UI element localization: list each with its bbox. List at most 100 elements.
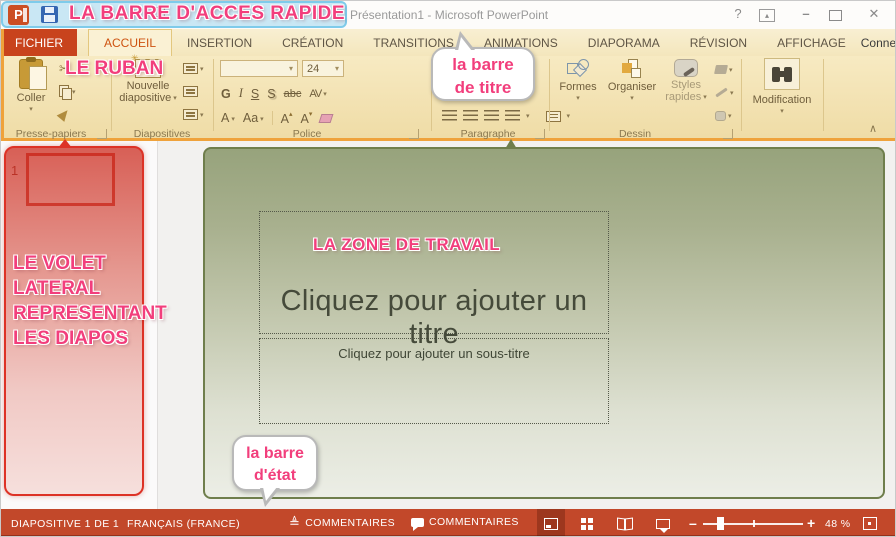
clear-formatting-icon[interactable] [318, 113, 334, 123]
annotation-slides-panel: LE VOLET LATERAL REPRESENTANT LES DIAPOS [13, 253, 167, 349]
slide-layout-button[interactable]: ▾ [183, 61, 204, 76]
bubble-tail [263, 487, 277, 501]
shapes-button[interactable]: Formes ▾ [555, 59, 601, 105]
copy-button[interactable]: ▾ [59, 84, 76, 100]
strikethrough-button[interactable]: abc [284, 88, 302, 100]
slide-sorter-icon [581, 517, 593, 530]
clipboard-dialog-launcher[interactable] [97, 129, 107, 139]
comments-toggle[interactable]: COMMENTAIRES [411, 516, 519, 531]
group-label-font: Police [292, 128, 322, 140]
group-label-paragraph: Paragraphe [460, 128, 516, 140]
clipboard-icon [19, 57, 47, 90]
new-slide-label-2: diapositive [117, 92, 179, 105]
tab-fichier[interactable]: FICHIER [1, 29, 77, 56]
slideshow-view-button[interactable] [649, 509, 677, 536]
language-indicator[interactable]: FRANÇAIS (FRANCE) [127, 518, 240, 530]
tab-revision[interactable]: RÉVISION [675, 29, 762, 56]
title-placeholder-text: Cliquez pour ajouter un titre [280, 285, 588, 350]
annotation-work-area: LA ZONE DE TRAVAIL [313, 235, 501, 254]
minimize-icon[interactable]: – [795, 6, 817, 21]
editing-label: Modification [752, 94, 812, 106]
tab-creation[interactable]: CRÉATION [267, 29, 358, 56]
grow-font-button[interactable]: A [281, 110, 293, 126]
underline-button[interactable]: S [251, 87, 259, 101]
close-icon[interactable]: ✕ [863, 6, 885, 22]
quick-styles-button[interactable]: Styles rapides [661, 59, 711, 104]
layout-icon [183, 63, 198, 74]
align-right-icon[interactable] [484, 110, 499, 122]
format-painter-icon [56, 107, 72, 122]
slideshow-icon [656, 518, 670, 533]
ribbon-display-options-icon[interactable]: ▴ [759, 9, 775, 22]
group-separator [549, 59, 550, 131]
shape-effects-icon [715, 110, 726, 121]
zoom-out-button[interactable]: – [689, 515, 697, 531]
normal-view-button[interactable] [537, 509, 565, 536]
group-label-drawing: Dessin [618, 128, 652, 140]
tab-affichage[interactable]: AFFICHAGE [762, 29, 861, 56]
shapes-icon [567, 59, 589, 79]
binoculars-icon [764, 58, 800, 90]
notes-toggle[interactable]: ≜ COMMENTAIRES [289, 516, 395, 529]
collapse-ribbon-icon[interactable]: ∧ [869, 122, 877, 135]
arrange-label: Organiser [607, 81, 657, 93]
save-icon[interactable] [41, 6, 58, 23]
annotation-quick-access: LA BARRE D'ACCES RAPIDE [69, 3, 346, 24]
tab-diaporama[interactable]: DIAPORAMA [573, 29, 675, 56]
change-case-button[interactable]: Aa [243, 111, 264, 125]
shape-fill-button[interactable]: ▾ [714, 62, 733, 77]
text-shadow-button[interactable]: S [267, 87, 275, 101]
reset-slide-button[interactable] [183, 84, 198, 99]
slide-sorter-view-button[interactable] [573, 509, 601, 536]
align-center-icon[interactable] [463, 110, 478, 122]
reading-view-icon [617, 518, 633, 529]
subtitle-placeholder-text: Cliquez pour ajouter un sous-titre [338, 346, 530, 361]
ribbon-highlight-edge [1, 29, 4, 141]
zoom-percentage[interactable]: 48 % [825, 518, 851, 530]
tab-accueil[interactable]: ACCUEIL [88, 29, 173, 56]
bold-button[interactable]: G [221, 87, 231, 101]
slide-counter[interactable]: DIAPOSITIVE 1 DE 1 [11, 518, 119, 530]
text-direction-icon[interactable] [545, 110, 561, 122]
section-icon [183, 109, 198, 120]
shrink-font-button[interactable]: A [301, 110, 313, 126]
shape-effects-button[interactable]: ▾ [715, 108, 732, 123]
paste-label: Coller [16, 92, 46, 104]
separator [271, 111, 273, 125]
help-icon[interactable]: ? [727, 6, 749, 21]
drawing-dialog-launcher[interactable] [723, 129, 733, 139]
powerpoint-window: P ↶ ▾ LA BARRE D'ACCES RAPIDE Présentati… [0, 0, 896, 537]
editing-button[interactable]: Modification ▾ [745, 58, 819, 118]
font-name-combobox[interactable]: ▾ [220, 60, 298, 77]
section-button[interactable]: ▾ [183, 107, 204, 122]
account-signin[interactable]: Connexion [861, 29, 895, 56]
text-effects-button[interactable]: A [221, 111, 235, 125]
arrange-button[interactable]: Organiser ▾ [605, 59, 659, 105]
arrange-chevron-icon: ▾ [630, 95, 634, 102]
zoom-slider-midpoint [753, 520, 755, 527]
restore-window-icon[interactable] [829, 10, 842, 21]
group-label-slides: Diapositives [133, 128, 191, 140]
font-dialog-launcher[interactable] [409, 129, 419, 139]
paragraph-dialog-launcher[interactable] [535, 129, 545, 139]
align-left-icon[interactable] [442, 110, 457, 122]
zoom-in-button[interactable]: + [807, 515, 816, 531]
notes-icon: ≜ [289, 515, 301, 530]
status-bar: DIAPOSITIVE 1 DE 1 FRANÇAIS (FRANCE) ≜ C… [1, 509, 895, 536]
tab-insertion[interactable]: INSERTION [172, 29, 267, 56]
fit-slide-to-window-icon[interactable] [863, 517, 877, 530]
group-separator [741, 59, 742, 131]
powerpoint-logo-icon[interactable]: P [8, 5, 29, 25]
justify-icon[interactable] [505, 110, 520, 122]
shape-outline-button[interactable]: ▾ [715, 85, 734, 100]
font-size-combobox[interactable]: 24 ▾ [302, 60, 344, 77]
paste-button[interactable]: Coller ▾ [9, 57, 53, 116]
format-painter-button[interactable] [56, 107, 72, 122]
normal-view-icon [544, 517, 558, 530]
character-spacing-button[interactable]: AV [309, 88, 325, 100]
reading-view-button[interactable] [611, 509, 639, 536]
quick-styles-icon [674, 59, 698, 77]
italic-button[interactable]: I [239, 86, 243, 101]
reset-icon [183, 86, 198, 97]
zoom-slider-thumb[interactable] [717, 517, 724, 530]
